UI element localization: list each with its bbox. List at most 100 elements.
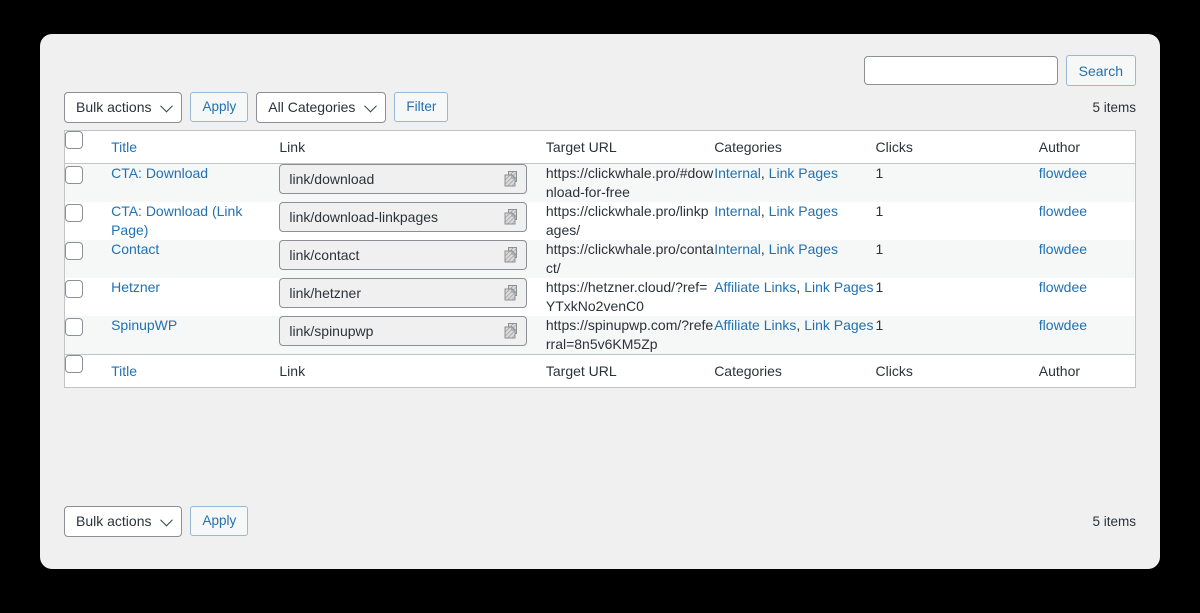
category-link[interactable]: Internal xyxy=(714,241,761,257)
link-slug-field[interactable]: link/hetzner xyxy=(279,278,528,308)
row-select-cell xyxy=(65,278,111,316)
category-link[interactable]: Link Pages xyxy=(804,317,873,333)
row-select-cell xyxy=(65,164,111,203)
row-author-cell: flowdee xyxy=(1039,164,1135,203)
category-link[interactable]: Link Pages xyxy=(769,165,838,181)
author-link[interactable]: flowdee xyxy=(1039,203,1087,219)
category-link[interactable]: Internal xyxy=(714,165,761,181)
link-title[interactable]: Contact xyxy=(111,241,159,257)
row-clicks-cell: 1 xyxy=(875,202,1038,240)
row-link-cell: link/hetzner xyxy=(279,278,545,316)
table-footer-row: Title Link Target URL Categories Clicks … xyxy=(65,354,1135,387)
category-link[interactable]: Affiliate Links xyxy=(714,279,796,295)
categories-filter-select[interactable]: All Categories xyxy=(256,91,387,123)
column-footer-author: Author xyxy=(1038,354,1135,387)
items-count-bottom: 5 items xyxy=(1092,513,1136,529)
category-link[interactable]: Affiliate Links xyxy=(714,317,796,333)
column-footer-title: Title xyxy=(111,354,280,387)
select-all-checkbox-bottom[interactable] xyxy=(65,355,83,373)
link-slug-field[interactable]: link/contact xyxy=(279,240,528,270)
link-slug-field[interactable]: link/spinupwp xyxy=(279,316,528,346)
select-all-checkbox-top[interactable] xyxy=(65,131,83,149)
author-link[interactable]: flowdee xyxy=(1039,165,1087,181)
row-checkbox[interactable] xyxy=(65,166,83,184)
row-title-cell: SpinupWP xyxy=(111,316,279,355)
link-title[interactable]: CTA: Download (Link Page) xyxy=(111,203,242,238)
row-target-url-cell: https://spinupwp.com/?referral=8n5v6KM5Z… xyxy=(546,316,714,355)
clicks-value: 1 xyxy=(875,241,884,257)
link-title[interactable]: CTA: Download xyxy=(111,165,208,181)
row-link-cell: link/download-linkpages xyxy=(279,202,545,240)
top-actions-row: Bulk actions Apply All Categories Filter… xyxy=(64,91,1136,123)
chevron-down-icon xyxy=(160,513,174,527)
link-title[interactable]: SpinupWP xyxy=(111,317,177,333)
author-link[interactable]: flowdee xyxy=(1039,279,1087,295)
bulk-actions-label-top: Bulk actions xyxy=(76,99,152,115)
table-row: Contact link/contact https://clickwhale.pr… xyxy=(65,240,1135,278)
bulk-actions-select-bottom[interactable]: Bulk actions xyxy=(64,505,183,537)
copy-icon[interactable] xyxy=(502,208,520,226)
link-slug-value: link/spinupwp xyxy=(289,322,374,339)
row-checkbox[interactable] xyxy=(65,204,83,222)
table-row: Hetzner link/hetzner https://hetzner.cloud… xyxy=(65,278,1135,316)
select-all-footer xyxy=(65,354,112,387)
category-link[interactable]: Internal xyxy=(714,203,761,219)
link-slug-value: link/hetzner xyxy=(289,284,361,301)
table-row: CTA: Download (Link Page) link/download-l… xyxy=(65,202,1135,240)
link-slug-field[interactable]: link/download xyxy=(279,164,528,194)
row-author-cell: flowdee xyxy=(1039,278,1135,316)
category-link[interactable]: Link Pages xyxy=(769,203,838,219)
column-footer-target-url: Target URL xyxy=(545,354,715,387)
clicks-value: 1 xyxy=(875,279,884,295)
apply-button-top[interactable]: Apply xyxy=(190,92,249,122)
row-checkbox[interactable] xyxy=(65,280,83,298)
filter-button[interactable]: Filter xyxy=(394,92,449,122)
screen: Search Bulk actions Apply All Categories… xyxy=(0,0,1200,613)
row-author-cell: flowdee xyxy=(1039,202,1135,240)
search-box: Search xyxy=(863,55,1136,86)
category-link[interactable]: Link Pages xyxy=(804,279,873,295)
row-title-cell: Hetzner xyxy=(111,278,279,316)
clicks-value: 1 xyxy=(875,317,884,333)
search-input[interactable] xyxy=(863,56,1058,85)
author-link[interactable]: flowdee xyxy=(1039,241,1087,257)
row-categories-cell: Affiliate Links, Link Pages xyxy=(714,279,874,295)
row-select-cell xyxy=(65,202,111,240)
row-author-cell: flowdee xyxy=(1039,240,1135,278)
row-select-cell xyxy=(65,316,111,355)
bulk-actions-select-top[interactable]: Bulk actions xyxy=(64,91,183,123)
table-row: SpinupWP link/spinupwp https://spinupwp.co… xyxy=(65,316,1135,355)
row-checkbox[interactable] xyxy=(65,242,83,260)
row-checkbox[interactable] xyxy=(65,318,83,336)
target-url-value: https://clickwhale.pro/linkpages/ xyxy=(545,203,709,238)
row-author-cell: flowdee xyxy=(1039,316,1135,355)
target-url-value: https://clickwhale.pro/contact/ xyxy=(545,241,714,276)
search-button[interactable]: Search xyxy=(1065,55,1136,86)
copy-icon[interactable] xyxy=(502,284,520,302)
link-slug-value: link/download-linkpages xyxy=(289,208,439,225)
row-categories-cell: Internal, Link Pages xyxy=(714,165,838,181)
clicks-value: 1 xyxy=(875,203,884,219)
column-header-categories: Categories xyxy=(714,131,876,164)
copy-icon[interactable] xyxy=(502,170,520,188)
row-target-url-cell: https://clickwhale.pro/contact/ xyxy=(546,240,714,278)
link-slug-field[interactable]: link/download-linkpages xyxy=(279,202,528,232)
copy-icon[interactable] xyxy=(502,322,520,340)
sort-title-link-bottom[interactable]: Title xyxy=(111,363,137,379)
sort-title-link-top[interactable]: Title xyxy=(111,139,137,155)
target-url-value: https://clickwhale.pro/#download-for-fre… xyxy=(545,165,714,200)
apply-button-bottom[interactable]: Apply xyxy=(190,506,249,536)
column-footer-link: Link xyxy=(279,354,546,387)
bulk-actions-label-bottom: Bulk actions xyxy=(76,513,152,529)
link-title[interactable]: Hetzner xyxy=(111,279,160,295)
chevron-down-icon xyxy=(364,99,378,113)
category-link[interactable]: Link Pages xyxy=(769,241,838,257)
column-header-clicks: Clicks xyxy=(875,131,1039,164)
column-footer-categories: Categories xyxy=(714,354,876,387)
column-header-author: Author xyxy=(1038,131,1135,164)
table-body: CTA: Download link/download https://clickw… xyxy=(65,163,1135,355)
row-target-url-cell: https://hetzner.cloud/?ref=YTxkNo2venC0 xyxy=(546,278,714,316)
author-link[interactable]: flowdee xyxy=(1039,317,1087,333)
chevron-down-icon xyxy=(160,99,174,113)
copy-icon[interactable] xyxy=(502,246,520,264)
